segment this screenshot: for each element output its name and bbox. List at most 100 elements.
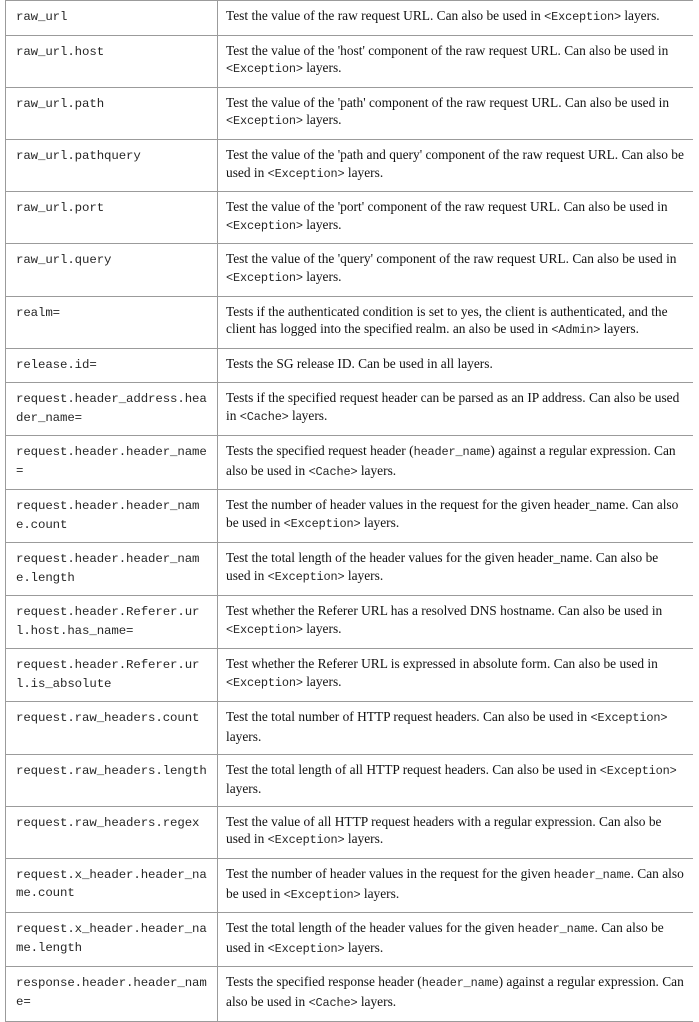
table-row: raw_url.path Test the value of the 'path'… [5,86,693,140]
table-row: request.header.header_name= Tests the spe… [5,435,693,491]
condition-name-cell: response.header.header_name= [5,966,218,1022]
description-text: layers. [357,462,397,478]
description-text: layers. [302,112,342,128]
inline-code: <Exception> [226,218,303,233]
condition-name-cell: request.header.header_name= [5,435,218,491]
condition-description-cell: Test whether the Referer URL is expresse… [217,648,693,703]
description-text: layers. [226,781,262,797]
table-row: request.header.Referer.url.is_absolute Te… [5,648,693,703]
inline-code: <Exception> [267,570,345,584]
table-row: request.x_header.header_name.length Test … [5,912,693,968]
description-text: layers. [344,164,384,180]
description-text: Tests the specified request header ( [226,443,414,459]
description-text: layers. [226,729,262,744]
table-row: raw_url Test the value of the raw request… [5,0,693,36]
inline-code: header_name [413,445,491,460]
condition-name-cell: raw_url [5,0,218,36]
table-row: raw_url.pathquery Test the value of the '… [5,138,693,193]
table-row: request.raw_headers.count Test the total … [5,701,693,755]
description-text: Test whether the Referer URL is expresse… [226,656,658,672]
description-text: Tests the specified response header ( [226,974,422,990]
inline-code: <Exception> [226,270,303,285]
description-text: Test the total number of HTTP request he… [226,709,591,725]
condition-name-cell: request.x_header.header_name.count [5,857,218,914]
condition-name-cell: request.header.Referer.url.is_absolute [5,648,218,703]
condition-description-cell: Test the number of header values in the … [217,489,693,544]
condition-name-cell: raw_url.query [5,243,218,297]
inline-code: <Exception> [283,887,361,902]
description-text: layers. [360,885,400,901]
inline-code: <Exception> [599,763,677,778]
description-text: layers. [344,831,384,847]
table-row: request.header.header_name.length Test th… [5,542,693,597]
inline-code: <Exception> [544,10,621,24]
condition-description-cell: Tests the SG release ID. Can be used in … [217,347,693,384]
condition-name-cell: request.raw_headers.regex [5,805,218,859]
description-text: layers. [302,621,342,636]
description-text: Tests the SG release ID. Can be used in … [226,355,493,371]
description-text: Test the value of the 'path' component o… [226,94,670,110]
description-text: Test the number of header values in the … [226,865,554,881]
condition-description-cell: Tests the specified request header (head… [217,435,693,491]
condition-description-cell: Test the value of all HTTP request heade… [217,805,693,859]
inline-code: <Exception> [267,941,345,956]
description-text: layers. [302,268,342,284]
inline-code: <Exception> [267,833,345,848]
description-text: layers. [344,939,384,955]
table-row: request.header.header_name.count Test the… [5,489,693,544]
condition-name-cell: raw_url.host [5,34,218,88]
table-row: realm= Tests if the authenticated conditi… [5,295,693,349]
inline-code: <Exception> [226,623,303,637]
condition-name-cell: request.header.Referer.url.host.has_name… [5,595,218,650]
condition-name-cell: release.id= [5,347,218,384]
description-text: Test the value of the 'host' component o… [226,42,669,58]
condition-name-cell: raw_url.path [5,86,218,140]
table-row: request.raw_headers.regex Test the value … [5,805,693,859]
condition-description-cell: Tests if the authenticated condition is … [217,295,693,349]
description-text: layers. [620,8,660,23]
inline-code: header_name [517,922,595,937]
table-row: release.id= Tests the SG release ID. Can … [5,347,693,384]
inline-code: <Exception> [226,676,303,690]
inline-code: header_name [421,976,499,991]
description-text: layers. [357,993,397,1009]
condition-name-cell: raw_url.port [5,191,218,245]
condition-description-cell: Test whether the Referer URL has a resol… [217,595,693,650]
table-row: request.header.Referer.url.host.has_name… [5,595,693,650]
inline-code: <Exception> [283,517,361,531]
table-row: request.header_address.header_name= Tests… [5,382,693,437]
description-text: Test the value of the 'query' component … [226,251,677,267]
condition-name-cell: request.header_address.header_name= [5,382,218,437]
description-text: layers. [360,515,400,530]
condition-description-cell: Test the total length of the header valu… [217,912,693,968]
description-text: Test the total length of the header valu… [226,920,518,936]
inline-code: <Admin> [551,323,601,338]
description-text: Test the value of the raw request URL. C… [226,8,545,23]
condition-description-cell: Test the total number of HTTP request he… [217,701,693,755]
description-text: layers. [302,216,342,232]
description-text: layers. [302,60,342,76]
condition-name-cell: request.raw_headers.count [5,701,218,755]
condition-description-cell: Test the number of header values in the … [217,857,693,914]
inline-code: <Cache> [239,409,289,424]
table-row: request.raw_headers.length Test the total… [5,753,693,807]
description-text: layers. [344,568,384,583]
condition-description-cell: Test the total length of all HTTP reques… [217,753,693,807]
condition-name-cell: request.raw_headers.length [5,753,218,807]
table-row: response.header.header_name= Tests the sp… [5,966,693,1022]
table-row: request.x_header.header_name.count Test t… [5,857,693,914]
condition-description-cell: Test the value of the raw request URL. C… [217,0,693,36]
condition-name-cell: realm= [5,295,218,349]
condition-name-cell: request.header.header_name.length [5,542,218,597]
condition-description-cell: Tests the specified response header (hea… [217,966,693,1022]
description-text: Test whether the Referer URL has a resol… [226,603,663,619]
condition-description-cell: Test the total length of the header valu… [217,542,693,597]
inline-code: <Exception> [226,62,303,77]
condition-name-cell: request.header.header_name.count [5,489,218,544]
description-text: Test the total length of all HTTP reques… [226,761,600,777]
condition-description-cell: Test the value of the 'query' component … [217,243,693,297]
description-text: Test the value of the 'port' component o… [226,199,668,215]
table-row: raw_url.port Test the value of the 'port'… [5,191,693,245]
condition-name-cell: request.x_header.header_name.length [5,912,218,968]
condition-name-cell: raw_url.pathquery [5,138,218,193]
